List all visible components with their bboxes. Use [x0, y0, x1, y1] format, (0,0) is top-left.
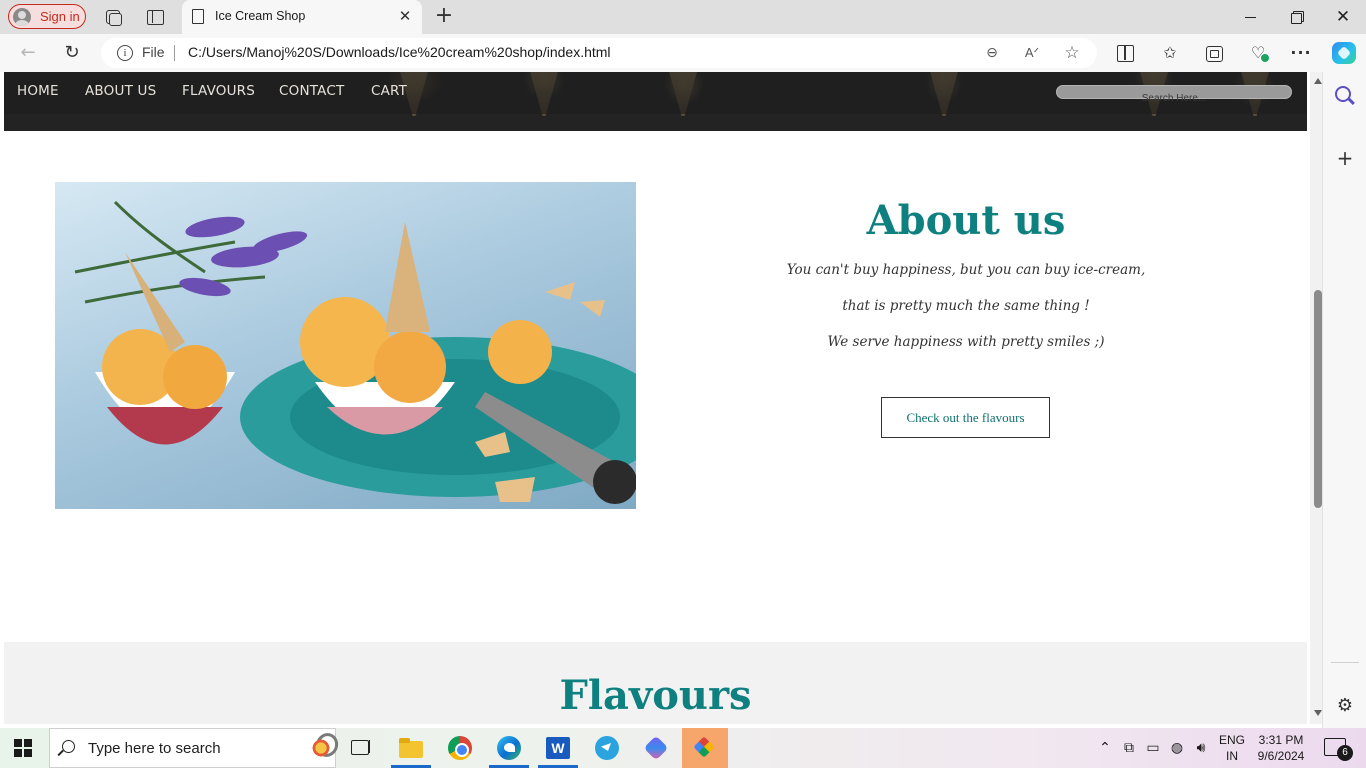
info-icon[interactable]: i — [117, 45, 133, 61]
region-code: IN — [1226, 749, 1238, 763]
nav-home[interactable]: HOME — [17, 83, 59, 99]
site-search — [1056, 85, 1292, 105]
word-icon[interactable] — [543, 733, 573, 763]
address-bar[interactable]: i File C:/Users/Manoj%20S/Downloads/Ice%… — [101, 38, 1097, 68]
refresh-button[interactable]: ↻ — [61, 43, 83, 63]
tab-title: Ice Cream Shop — [215, 9, 306, 23]
sidebar-add-icon[interactable]: + — [1335, 148, 1355, 168]
input-language-indicator[interactable]: ENG IN — [1217, 732, 1247, 764]
site-search-input[interactable] — [1057, 92, 1291, 105]
browser-toolbar: ← ↻ i File C:/Users/Manoj%20S/Downloads/… — [0, 34, 1366, 72]
windows-taskbar: Type here to search ⌃ ⧉ ▭ ◍ 🔊︎ ENG IN 3:… — [0, 728, 1366, 768]
address-scheme: File — [142, 44, 165, 60]
site-header-banner: HOME ABOUT US FLAVOURS CONTACT CART — [4, 72, 1307, 131]
about-title: About us — [866, 197, 1066, 244]
nav-flavours[interactable]: FLAVOURS — [182, 83, 255, 99]
back-button[interactable]: ← — [17, 43, 39, 63]
minimize-button[interactable] — [1241, 8, 1261, 26]
scrollbar-thumb[interactable] — [1314, 290, 1322, 508]
search-highlight-sparkle-icon — [308, 735, 334, 761]
pinned-app-icon[interactable] — [682, 728, 728, 768]
language-code: ENG — [1218, 733, 1245, 747]
tab-actions-icon[interactable] — [146, 8, 164, 26]
address-url[interactable]: C:/Users/Manoj%20S/Downloads/Ice%20cream… — [188, 44, 611, 60]
browser-essentials-icon[interactable]: ♡ — [1247, 43, 1270, 63]
scroll-up-arrow-icon[interactable] — [1314, 78, 1322, 84]
start-button[interactable] — [14, 739, 32, 757]
notification-count-badge: 6 — [1337, 745, 1353, 761]
copilot-app-icon[interactable] — [641, 733, 671, 763]
more-options-icon[interactable]: ··· — [1290, 43, 1312, 63]
page-scrollbar[interactable] — [1310, 72, 1322, 724]
about-ice-cream-image — [55, 182, 636, 509]
sign-in-label: Sign in — [40, 9, 80, 24]
add-favorite-icon[interactable]: ☆ — [1063, 44, 1081, 62]
sign-in-button[interactable]: Sign in — [8, 4, 86, 29]
show-hidden-icons-chevron-up-icon[interactable]: ⌃ — [1095, 738, 1115, 758]
task-view-icon[interactable] — [347, 733, 377, 763]
chrome-icon[interactable] — [445, 733, 475, 763]
telegram-icon[interactable] — [592, 733, 622, 763]
clock-date: 9/6/2024 — [1257, 749, 1305, 763]
restore-button[interactable] — [1287, 8, 1307, 26]
search-icon — [62, 740, 75, 753]
read-aloud-icon[interactable]: Aᐟ — [1023, 44, 1041, 62]
workspaces-icon[interactable] — [104, 8, 122, 26]
ice-cream-photo-illustration — [74, 200, 636, 504]
collections-icon[interactable] — [1203, 43, 1225, 63]
nav-contact[interactable]: CONTACT — [279, 83, 344, 99]
network-globe-icon[interactable]: ◍ — [1167, 738, 1187, 758]
copilot-icon[interactable] — [1332, 42, 1356, 64]
scroll-down-arrow-icon[interactable] — [1314, 710, 1322, 716]
address-separator — [174, 45, 175, 61]
check-out-flavours-button[interactable]: Check out the flavours — [881, 397, 1050, 438]
close-tab-icon[interactable]: ✕ — [396, 7, 414, 25]
meet-icon[interactable]: ⧉ — [1119, 738, 1139, 758]
sidebar-search-icon[interactable] — [1335, 86, 1351, 102]
page-icon — [192, 9, 204, 24]
browser-tab-bar: Sign in Ice Cream Shop ✕ + ✕ — [0, 0, 1366, 34]
file-explorer-icon[interactable] — [396, 733, 426, 763]
taskbar-clock[interactable]: 3:31 PM 9/6/2024 — [1253, 732, 1309, 764]
nav-cart[interactable]: CART — [371, 83, 407, 99]
split-screen-icon[interactable] — [1114, 43, 1136, 63]
taskbar-search-placeholder: Type here to search — [88, 740, 221, 757]
about-text-line-2: that is pretty much the same thing ! — [842, 298, 1090, 314]
clock-time: 3:31 PM — [1258, 733, 1304, 747]
battery-icon[interactable]: ▭ — [1143, 738, 1163, 758]
site-nav: HOME ABOUT US FLAVOURS CONTACT CART — [4, 72, 1307, 114]
edge-sidebar: + ⚙ — [1322, 72, 1366, 728]
sidebar-settings-gear-icon[interactable]: ⚙ — [1335, 696, 1355, 716]
page-viewport: HOME ABOUT US FLAVOURS CONTACT CART Sear… — [4, 72, 1322, 724]
volume-icon[interactable]: 🔊︎ — [1191, 738, 1211, 758]
new-tab-button[interactable]: + — [434, 5, 454, 27]
nav-about-us[interactable]: ABOUT US — [85, 83, 156, 99]
notifications-icon[interactable]: 6 — [1324, 738, 1353, 761]
favorites-icon[interactable]: ✩ — [1159, 43, 1181, 63]
sidebar-divider — [1331, 662, 1359, 663]
tab-ice-cream-shop[interactable]: Ice Cream Shop ✕ — [182, 0, 422, 34]
flavours-title: Flavours — [559, 672, 752, 719]
about-text-line-3: We serve happiness with pretty smiles ;) — [827, 334, 1105, 350]
about-text-line-1: You can't buy happiness, but you can buy… — [786, 262, 1146, 278]
profile-avatar-icon — [13, 7, 31, 26]
edge-icon[interactable] — [494, 733, 524, 763]
zoom-out-icon[interactable]: ⊖ — [983, 44, 1001, 62]
close-window-button[interactable]: ✕ — [1333, 8, 1353, 26]
taskbar-search[interactable]: Type here to search — [49, 728, 342, 768]
